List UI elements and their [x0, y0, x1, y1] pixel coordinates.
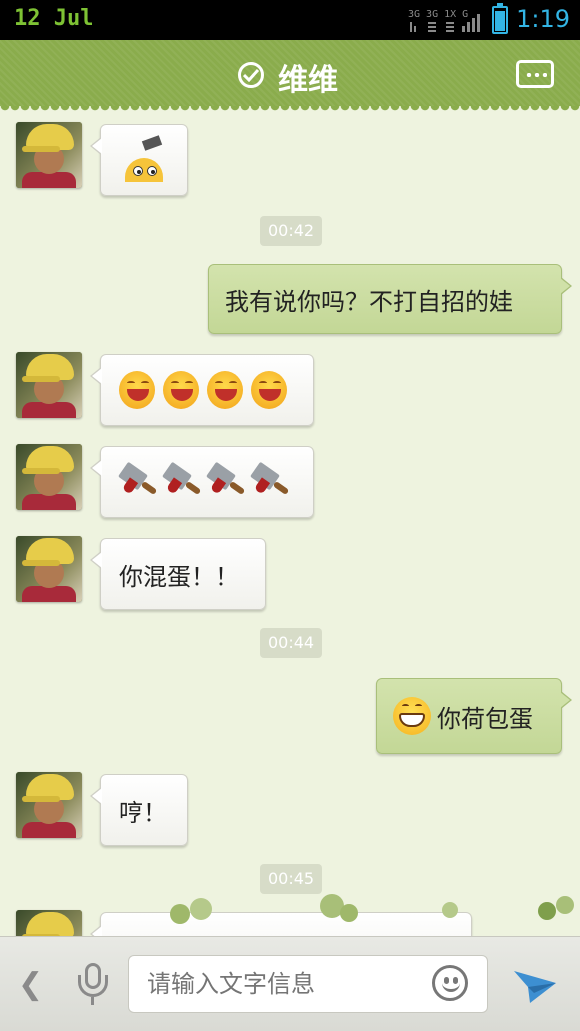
message-bubble-incoming[interactable] — [90, 446, 314, 518]
check-circle-icon — [238, 62, 264, 88]
laughing-emoji-icon — [119, 371, 155, 409]
contact-avatar[interactable] — [16, 352, 82, 418]
more-options-button[interactable] — [516, 60, 554, 88]
contact-avatar[interactable] — [16, 122, 82, 188]
status-date: 12 Jul — [14, 6, 94, 31]
timestamp: 00:44 — [260, 628, 323, 658]
smiley-icon[interactable] — [432, 965, 468, 1001]
contact-avatar[interactable] — [16, 772, 82, 838]
message-bubble-outgoing[interactable]: 你荷包蛋 — [376, 678, 572, 754]
microphone-icon[interactable] — [78, 963, 108, 1005]
laughing-emoji-icon — [251, 371, 287, 409]
message-input-bar: ❮ — [0, 936, 580, 1031]
cleaver-emoji-icon — [118, 461, 158, 501]
cleaver-emoji-icon — [206, 461, 246, 501]
contact-avatar[interactable] — [16, 444, 82, 510]
grin-emoji-icon — [393, 697, 431, 735]
cleaver-emoji-icon — [250, 461, 290, 501]
message-list[interactable]: 00:42 我有说你吗？不打自招的娃 你混蛋！！ 00:44 你荷包蛋 哼！ 0… — [0, 106, 580, 936]
send-icon[interactable] — [512, 965, 558, 1005]
status-bar: 12 Jul 3G 3G 1X G 1:19 — [0, 0, 580, 40]
message-bubble-incoming[interactable]: 哼！ — [90, 774, 188, 846]
message-text: 我有说你吗？不打自招的娃 — [225, 287, 513, 316]
battery-icon — [492, 3, 508, 34]
cleaver-emoji-icon — [162, 461, 202, 501]
more-icon — [525, 73, 547, 77]
chat-header: 维维 — [0, 40, 580, 112]
laughing-emoji-icon — [207, 371, 243, 409]
contact-name: 维维 — [278, 63, 338, 98]
message-bubble-incoming[interactable]: 你混蛋！！ — [90, 538, 266, 610]
peeking-emoji-sticker — [121, 135, 167, 182]
message-bubble-incoming[interactable] — [90, 124, 188, 196]
contact-avatar[interactable] — [16, 536, 82, 602]
svg-text:3G 3G 1X G: 3G 3G 1X G — [408, 9, 468, 20]
background-scenery — [0, 890, 580, 936]
laughing-emoji-icon — [163, 371, 199, 409]
message-bubble-outgoing[interactable]: 我有说你吗？不打自招的娃 — [208, 264, 572, 334]
message-text: 哼！ — [119, 798, 167, 827]
message-text: 你混蛋！！ — [119, 562, 239, 591]
network-signal-icon: 3G 3G 1X G — [408, 9, 480, 32]
timestamp: 00:42 — [260, 216, 323, 246]
status-time: 1:19 — [516, 5, 570, 33]
message-text: 你荷包蛋 — [437, 704, 533, 733]
message-bubble-incoming[interactable] — [90, 354, 314, 426]
chevron-left-icon[interactable]: ❮ — [18, 967, 43, 1002]
